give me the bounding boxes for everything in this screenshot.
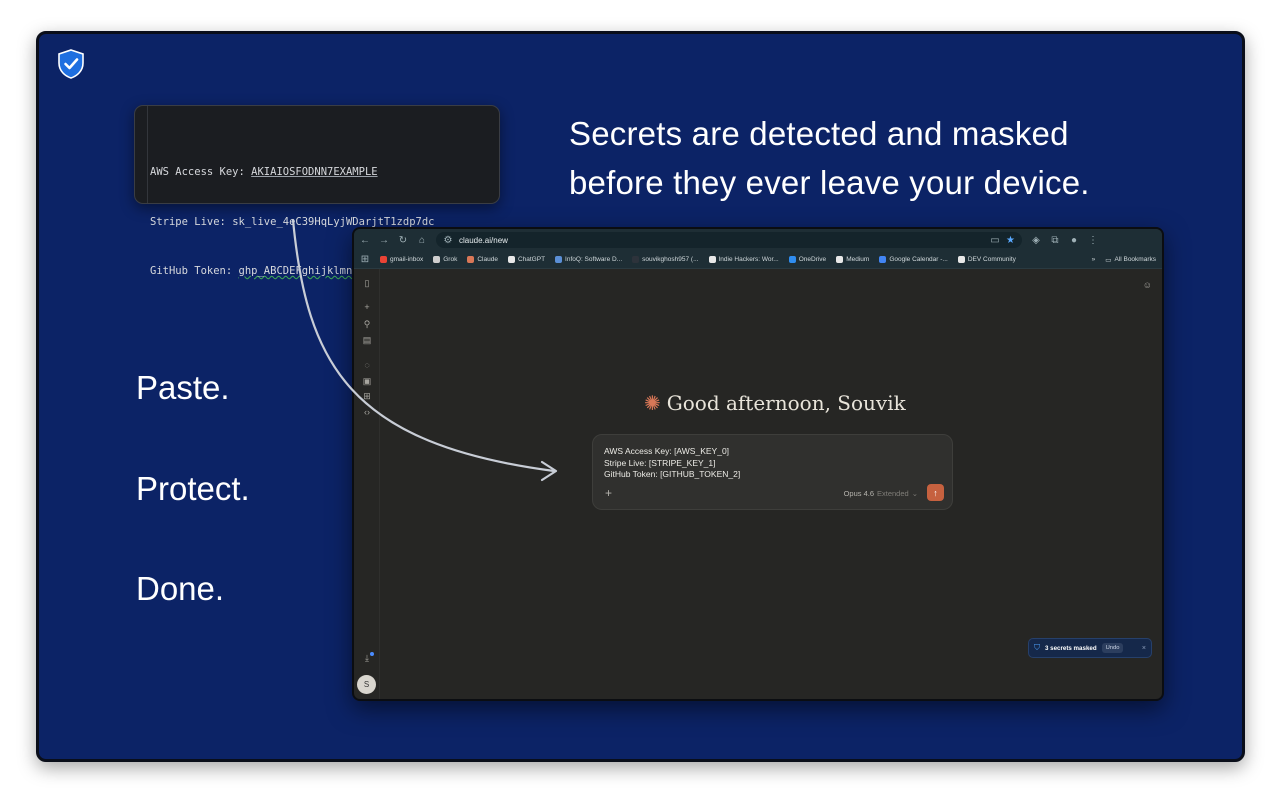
artifacts-icon[interactable]: ⊞ <box>362 391 372 402</box>
greeting: ✺ Good afternoon, Souvik <box>644 391 906 415</box>
chatgpt-icon <box>507 256 515 263</box>
cast-icon[interactable]: ▭ <box>990 235 1000 246</box>
search-icon[interactable]: ⚲ <box>362 319 372 330</box>
infoq-icon <box>555 256 563 263</box>
menu-icon[interactable]: ⋮ <box>1088 235 1098 246</box>
greeting-text: Good afternoon, Souvik <box>666 391 906 415</box>
grok-icon <box>433 256 441 263</box>
extension-icon[interactable]: ◈ <box>1031 235 1041 246</box>
chevron-down-icon: ⌄ <box>911 489 918 498</box>
puzzle-icon[interactable]: ⧉ <box>1050 235 1060 246</box>
secrets-masked-toast: ⛉ 3 secrets masked Undo × <box>1028 638 1152 658</box>
onedrive-icon <box>788 256 796 263</box>
bookmark-item[interactable]: gmail-inbox <box>380 256 423 263</box>
arrow-up-icon: ↑ <box>933 487 938 498</box>
claude-spark-icon: ✺ <box>644 391 661 415</box>
step-protect: Protect. <box>136 470 250 507</box>
claude-icon <box>467 256 475 263</box>
step-done: Done. <box>136 570 225 607</box>
incognito-icon[interactable]: ☺ <box>1143 280 1152 290</box>
all-bookmarks[interactable]: ▭ All Bookmarks <box>1105 256 1156 264</box>
sidebar: ▯ + ⚲ ▤ ◌ ▣ ⊞ ‹› ⤓ S <box>354 269 380 699</box>
add-attachment-icon[interactable]: + <box>605 486 612 500</box>
bookmark-item[interactable]: souvikghosh957 (... <box>632 256 699 263</box>
step-paste: Paste. <box>136 369 230 406</box>
back-icon[interactable]: ← <box>360 235 370 246</box>
shield-check-icon <box>58 49 84 79</box>
headline-line-2: before they ever leave your device. <box>569 164 1090 201</box>
toast-message: 3 secrets masked <box>1045 644 1097 652</box>
code-line-aws: AWS Access Key: AKIAIOSFODNN7EXAMPLE <box>150 166 378 178</box>
bookmarks-bar: ⊞ gmail-inbox Grok Claude ChatGPT InfoQ:… <box>354 251 1162 269</box>
close-icon[interactable]: × <box>1142 645 1146 652</box>
headline: Secrets are detected and masked before t… <box>569 109 1209 207</box>
headline-line-1: Secrets are detected and masked <box>569 115 1069 152</box>
dev-community-icon <box>957 256 965 263</box>
archive-icon[interactable]: ▣ <box>362 376 372 387</box>
gmail-icon <box>380 256 387 263</box>
url-text: claude.ai/new <box>459 235 508 245</box>
download-notification-dot <box>370 652 374 656</box>
masked-line-aws: AWS Access Key: [AWS_KEY_0] <box>604 446 730 456</box>
bookmarks-overflow-icon[interactable]: » <box>1092 256 1096 263</box>
profile-icon[interactable]: ● <box>1069 235 1079 246</box>
bookmark-item[interactable]: Google Calendar -... <box>879 256 948 263</box>
undo-button[interactable]: Undo <box>1101 643 1124 653</box>
folder-icon: ▭ <box>1105 256 1112 264</box>
raw-secrets-card: AWS Access Key: AKIAIOSFODNN7EXAMPLE Str… <box>134 105 504 277</box>
stripe-key-value: sk_live_4eC39HqLyjWDarjtT1zdp7dc <box>232 215 435 228</box>
apps-grid-icon[interactable]: ⊞ <box>360 254 370 265</box>
google-calendar-icon <box>879 256 887 263</box>
projects-icon[interactable]: ▤ <box>362 335 372 346</box>
browser-toolbar: ← → ↻ ⌂ ⚙ claude.ai/new ▭ ★ ◈ ⧉ ● ⋮ <box>354 229 1162 251</box>
aws-key-value: AKIAIOSFODNN7EXAMPLE <box>251 166 378 178</box>
browser-window: ← → ↻ ⌂ ⚙ claude.ai/new ▭ ★ ◈ ⧉ ● ⋮ ⊞ gm… <box>352 227 1164 701</box>
avatar[interactable]: S <box>357 675 376 694</box>
shield-icon: ⛉ <box>1034 643 1040 652</box>
promo-frame: AWS Access Key: AKIAIOSFODNN7EXAMPLE Str… <box>36 31 1245 762</box>
editor-gutter <box>147 106 148 203</box>
home-icon[interactable]: ⌂ <box>417 235 427 246</box>
new-chat-icon[interactable]: + <box>362 302 372 312</box>
sidebar-toggle-icon[interactable]: ▯ <box>362 278 372 289</box>
bookmark-item[interactable]: DEV Community <box>957 256 1016 263</box>
masked-prompt[interactable]: AWS Access Key: [AWS_KEY_0] Stripe Live:… <box>604 446 740 481</box>
bookmark-item[interactable]: Grok <box>433 256 457 263</box>
send-button[interactable]: ↑ <box>927 484 944 501</box>
bookmark-item[interactable]: Indie Hackers: Wor... <box>708 256 779 263</box>
chats-icon[interactable]: ◌ <box>362 360 372 370</box>
forward-icon[interactable]: → <box>379 235 389 246</box>
bookmark-item[interactable]: Medium <box>836 256 869 263</box>
bookmark-star-icon[interactable]: ★ <box>1006 235 1015 246</box>
masked-line-github: GitHub Token: [GITHUB_TOKEN_2] <box>604 469 741 479</box>
code-icon[interactable]: ‹› <box>362 407 372 417</box>
github-icon <box>632 256 640 263</box>
prompt-composer[interactable]: AWS Access Key: [AWS_KEY_0] Stripe Live:… <box>592 434 953 510</box>
indie-hackers-icon <box>708 256 716 263</box>
medium-icon <box>836 256 844 263</box>
site-info-icon[interactable]: ⚙ <box>443 235 453 246</box>
model-selector[interactable]: Opus 4.6 Extended ⌄ <box>844 489 918 498</box>
bookmark-item[interactable]: Claude <box>467 256 498 263</box>
bookmark-item[interactable]: ChatGPT <box>507 256 545 263</box>
address-bar[interactable]: ⚙ claude.ai/new ▭ ★ <box>436 232 1022 248</box>
masked-line-stripe: Stripe Live: [STRIPE_KEY_1] <box>604 457 716 468</box>
bookmark-item[interactable]: InfoQ: Software D... <box>555 256 622 263</box>
reload-icon[interactable]: ↻ <box>398 235 408 246</box>
claude-app: ▯ + ⚲ ▤ ◌ ▣ ⊞ ‹› ⤓ S ☺ ✺ Good afternoon,… <box>354 269 1162 699</box>
bookmark-item[interactable]: OneDrive <box>788 256 826 263</box>
